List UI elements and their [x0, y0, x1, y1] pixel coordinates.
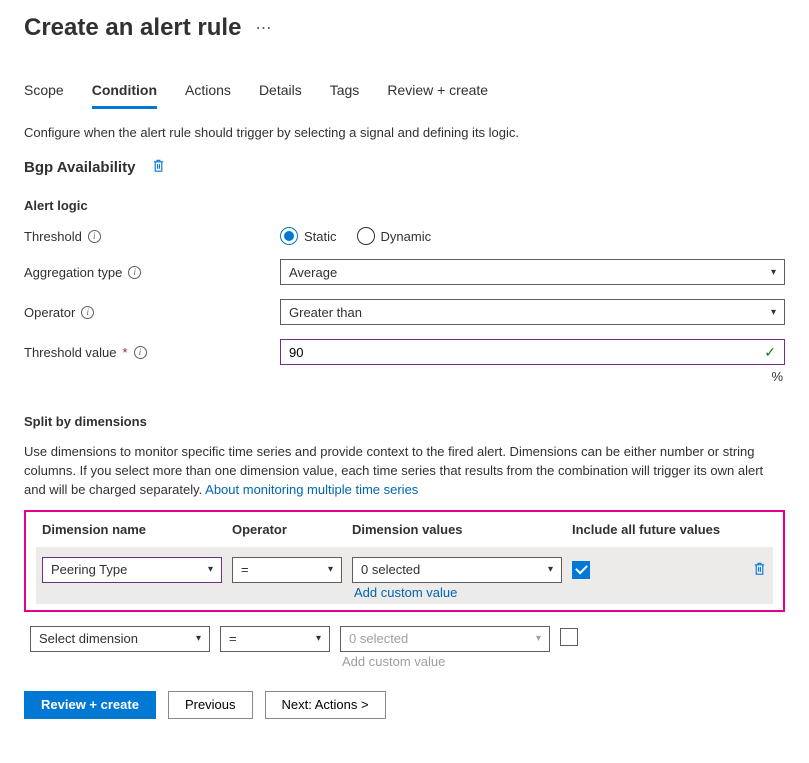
chevron-down-icon: ▾: [771, 267, 776, 278]
required-asterisk: *: [123, 345, 128, 360]
signal-name: Bgp Availability: [24, 159, 135, 176]
add-custom-value-link: Add custom value: [340, 652, 550, 669]
radio-label: Dynamic: [381, 229, 432, 244]
threshold-value-input[interactable]: ✓: [280, 339, 785, 365]
dimensions-description: Use dimensions to monitor specific time …: [24, 443, 785, 500]
dimension-row: Select dimension ▾ = ▾ 0 selected ▾: [30, 626, 779, 652]
chevron-down-icon: ▾: [536, 633, 541, 644]
info-icon[interactable]: i: [128, 266, 141, 279]
info-icon[interactable]: i: [88, 230, 101, 243]
col-dimension-values: Dimension values: [352, 522, 562, 537]
chevron-down-icon: ▾: [208, 564, 213, 575]
tab-details[interactable]: Details: [259, 76, 302, 109]
delete-signal-button[interactable]: [151, 158, 166, 176]
threshold-dynamic-radio[interactable]: Dynamic: [357, 227, 432, 245]
chevron-down-icon: ▾: [196, 633, 201, 644]
previous-button[interactable]: Previous: [168, 691, 253, 719]
tab-scope[interactable]: Scope: [24, 76, 64, 109]
chevron-down-icon: ▾: [548, 564, 553, 575]
dimension-name-select[interactable]: Select dimension ▾: [30, 626, 210, 652]
review-create-button[interactable]: Review + create: [24, 691, 156, 719]
tab-actions[interactable]: Actions: [185, 76, 231, 109]
condition-description: Configure when the alert rule should tri…: [24, 125, 785, 140]
dimension-values-select[interactable]: 0 selected ▾: [352, 557, 562, 583]
dimension-row: Peering Type ▾ = ▾ 0 selected ▾: [42, 557, 767, 583]
threshold-label: Threshold: [24, 229, 82, 244]
col-include-future: Include all future values: [572, 522, 727, 537]
about-multiple-time-series-link[interactable]: About monitoring multiple time series: [205, 482, 418, 497]
trash-icon: [752, 561, 767, 576]
tab-review-create[interactable]: Review + create: [387, 76, 488, 109]
info-icon[interactable]: i: [134, 346, 147, 359]
radio-label: Static: [304, 229, 337, 244]
include-future-checkbox[interactable]: [572, 561, 590, 579]
trash-icon: [151, 158, 166, 173]
dimension-values-select[interactable]: 0 selected ▾: [340, 626, 550, 652]
add-custom-value-link[interactable]: Add custom value: [352, 583, 562, 600]
check-icon: ✓: [764, 344, 776, 361]
info-icon[interactable]: i: [81, 306, 94, 319]
delete-dimension-button[interactable]: [752, 561, 767, 579]
chevron-down-icon: ▾: [316, 633, 321, 644]
page-title: Create an alert rule: [24, 14, 241, 42]
next-actions-button[interactable]: Next: Actions >: [265, 691, 386, 719]
dimension-operator-select[interactable]: = ▾: [232, 557, 342, 583]
select-value: Average: [289, 265, 337, 280]
select-value: Greater than: [289, 305, 362, 320]
dimensions-highlight-box: Dimension name Operator Dimension values…: [24, 510, 785, 612]
tab-condition[interactable]: Condition: [92, 76, 157, 109]
col-dimension-name: Dimension name: [42, 522, 222, 537]
more-actions-icon[interactable]: ⋯: [255, 18, 272, 38]
aggregation-type-select[interactable]: Average ▾: [280, 259, 785, 285]
dimension-operator-select[interactable]: = ▾: [220, 626, 330, 652]
include-future-checkbox[interactable]: [560, 628, 578, 646]
threshold-value-field[interactable]: [289, 345, 764, 360]
col-operator: Operator: [232, 522, 342, 537]
threshold-value-label: Threshold value: [24, 345, 117, 360]
split-by-dimensions-heading: Split by dimensions: [24, 414, 785, 429]
operator-label: Operator: [24, 305, 75, 320]
threshold-static-radio[interactable]: Static: [280, 227, 337, 245]
threshold-unit: %: [280, 369, 785, 384]
chevron-down-icon: ▾: [771, 307, 776, 318]
aggregation-type-label: Aggregation type: [24, 265, 122, 280]
chevron-down-icon: ▾: [328, 564, 333, 575]
operator-select[interactable]: Greater than ▾: [280, 299, 785, 325]
tab-tags[interactable]: Tags: [330, 76, 360, 109]
tab-bar: Scope Condition Actions Details Tags Rev…: [0, 76, 809, 109]
dimension-name-select[interactable]: Peering Type ▾: [42, 557, 222, 583]
alert-logic-heading: Alert logic: [24, 198, 785, 213]
